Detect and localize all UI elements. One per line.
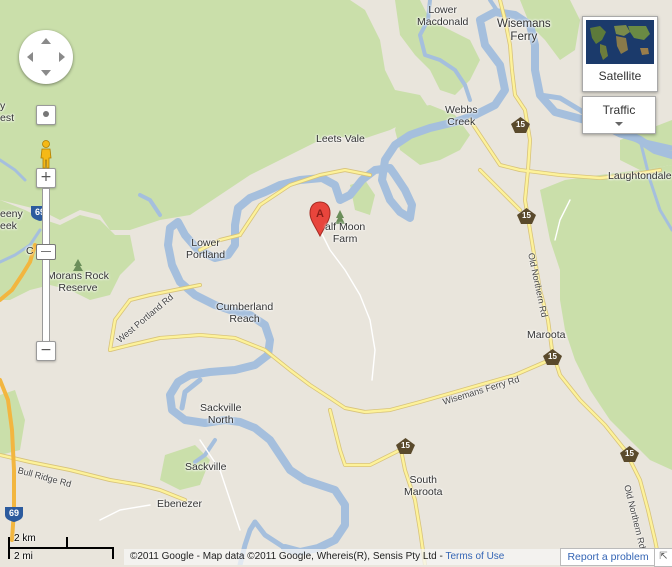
- route-15-shield: 15: [396, 438, 415, 454]
- center-dot-icon: [43, 111, 49, 117]
- label-edge-c: C: [26, 245, 34, 257]
- label-lower-macdonald: Lower Macdonald: [417, 4, 469, 28]
- satellite-button[interactable]: Satellite: [582, 16, 658, 92]
- label-edge-left: eeny eek: [0, 208, 23, 232]
- label-morans-rock-reserve: Morans Rock Reserve: [47, 270, 109, 294]
- pan-control[interactable]: [19, 30, 73, 84]
- route-69-shield: 69: [4, 506, 24, 522]
- terms-of-use-link[interactable]: Terms of Use: [445, 551, 504, 562]
- zoom-in-button[interactable]: +: [36, 168, 56, 188]
- pan-down-icon[interactable]: [41, 70, 51, 76]
- traffic-label: Traffic: [602, 103, 636, 117]
- scale-mi-label: 2 mi: [14, 551, 33, 562]
- traffic-button[interactable]: Traffic: [582, 96, 656, 134]
- reset-view-button[interactable]: [36, 105, 56, 125]
- route-15-shield: 15: [517, 208, 536, 224]
- label-half-moon-farm: alf Moon Farm: [325, 221, 366, 245]
- label-south-maroota: South Maroota: [404, 474, 443, 498]
- zoom-slider-track[interactable]: [42, 188, 50, 350]
- label-cumberland-reach: Cumberland Reach: [216, 301, 274, 325]
- pegman-icon[interactable]: [38, 140, 54, 170]
- label-webbs-creek: Webbs Creek: [445, 104, 478, 128]
- route-15-shield: 15: [620, 446, 639, 462]
- report-problem-link[interactable]: Report a problem: [560, 548, 656, 566]
- marker-label: A: [316, 208, 324, 220]
- label-sackville-north: Sackville North: [200, 402, 242, 426]
- pan-up-icon[interactable]: [41, 38, 51, 44]
- route-15-shield: 15: [543, 349, 562, 365]
- route-15-shield: 15: [511, 117, 530, 133]
- satellite-thumbnail: [586, 20, 654, 64]
- label-maroota: Maroota: [527, 329, 566, 341]
- label-wisemans-ferry: Wisemans Ferry: [497, 18, 551, 43]
- label-edge-top-left: y est: [0, 100, 15, 124]
- scale-bar: 2 km 2 mi: [8, 533, 118, 565]
- label-lower-portland: Lower Portland: [186, 237, 226, 261]
- pan-right-icon[interactable]: [59, 52, 65, 62]
- pan-left-icon[interactable]: [27, 52, 33, 62]
- chevron-down-icon: [615, 122, 623, 126]
- label-sackville: Sackville: [185, 461, 227, 473]
- scale-km-label: 2 km: [14, 533, 36, 544]
- label-ebenezer: Ebenezer: [157, 498, 202, 510]
- label-leets-vale: Leets Vale: [316, 133, 365, 145]
- satellite-label: Satellite: [598, 69, 642, 83]
- copyright-text: ©2011 Google - Map data ©2011 Google, Wh…: [124, 549, 570, 565]
- zoom-out-button[interactable]: −: [36, 341, 56, 361]
- expand-arrow-icon[interactable]: ⇱: [654, 548, 672, 567]
- zoom-slider-thumb[interactable]: [36, 244, 56, 260]
- label-laughtondale: Laughtondale: [608, 170, 672, 182]
